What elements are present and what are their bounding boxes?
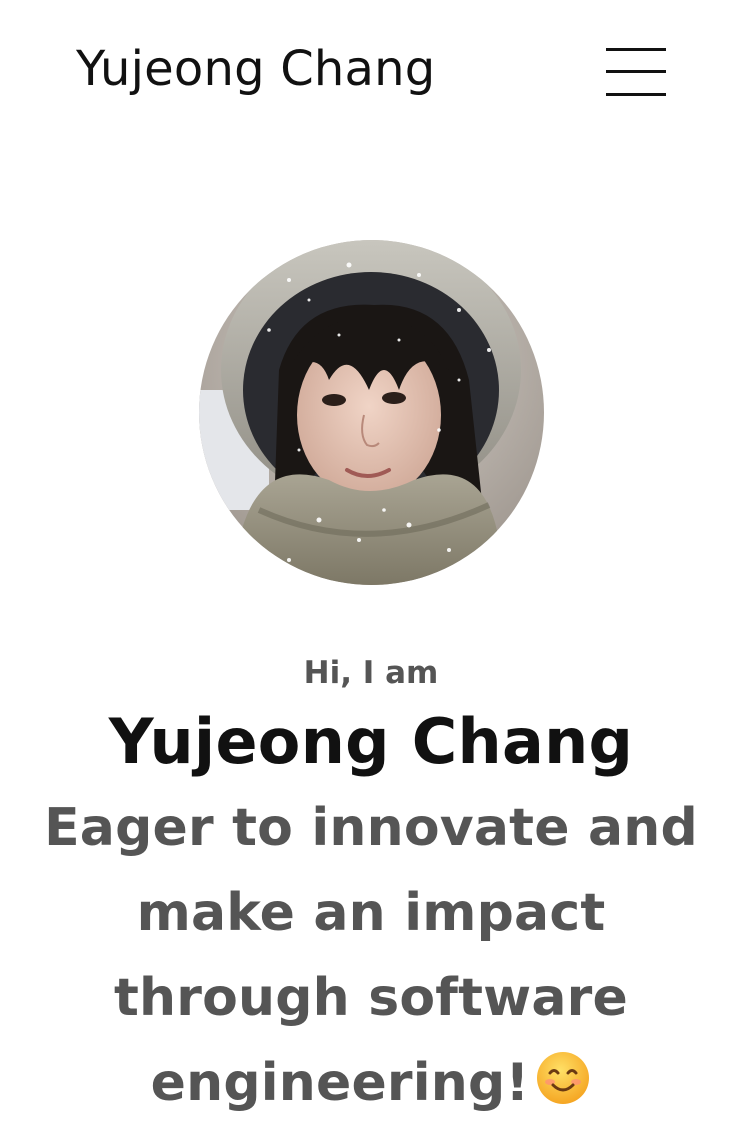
- site-header: Yujeong Chang: [0, 0, 742, 150]
- smiling-face-emoji-icon: [535, 1047, 591, 1132]
- avatar-photo: [199, 240, 544, 585]
- hero-tagline: Eager to innovate and make an impact thr…: [31, 786, 711, 1132]
- avatar: [199, 240, 544, 585]
- menu-button[interactable]: [602, 44, 670, 102]
- site-title[interactable]: Yujeong Chang: [76, 41, 435, 97]
- hero-intro: Hi, I am Yujeong Chang Eager to innovate…: [0, 648, 742, 1132]
- hero-name: Yujeong Chang: [108, 705, 634, 778]
- menu-line: [606, 48, 666, 51]
- menu-line: [606, 93, 666, 96]
- tagline-text: Eager to innovate and make an impact thr…: [44, 798, 698, 1113]
- menu-line: [606, 70, 666, 73]
- greeting-text: Hi, I am: [303, 655, 439, 691]
